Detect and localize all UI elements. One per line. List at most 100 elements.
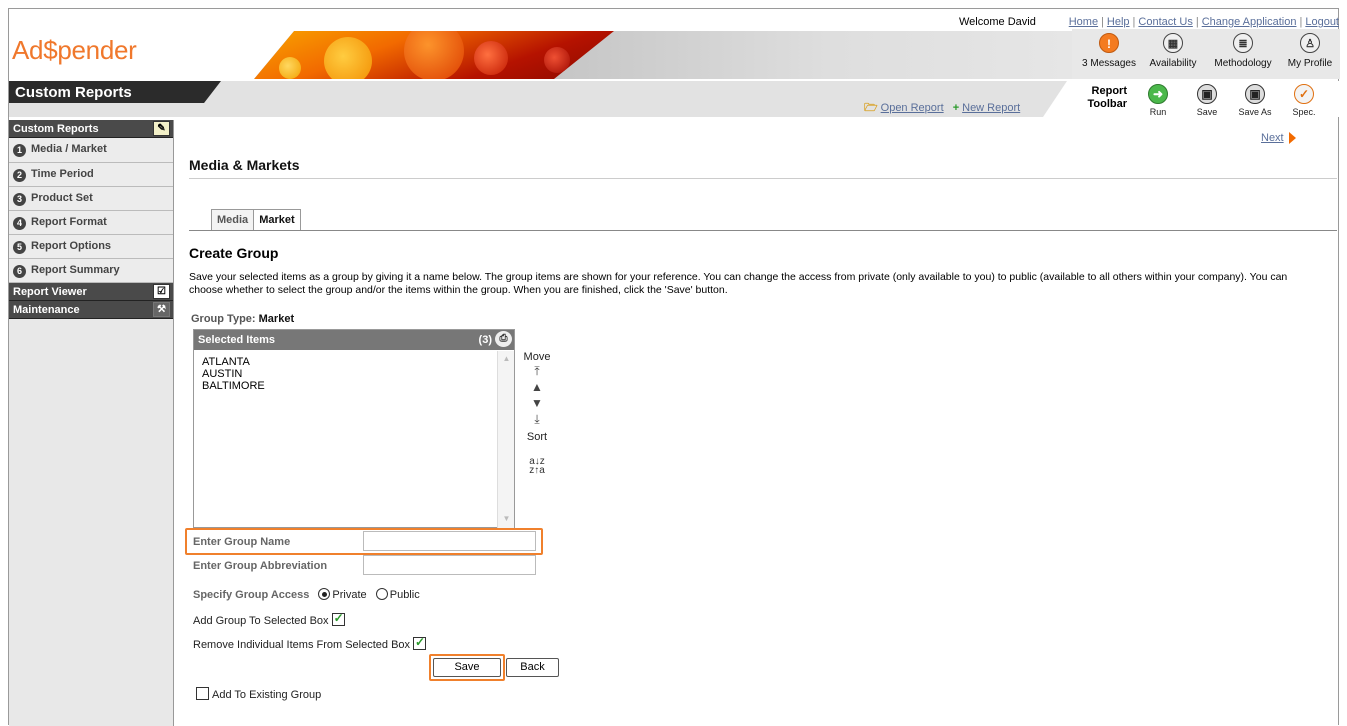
nav-maintenance[interactable]: Maintenance ⚒ [9,301,173,319]
run-icon: ➜ [1148,84,1168,104]
nav-item-label: Media / Market [31,143,107,155]
nav-custom-reports[interactable]: Custom Reports ✎ [9,120,173,138]
nav-item-media-market[interactable]: 1 Media / Market [9,138,173,163]
list-item[interactable]: BALTIMORE [194,380,516,392]
step-number: 4 [13,217,26,230]
private-radio[interactable] [318,588,331,600]
nav-maintenance-label: Maintenance [13,304,80,316]
nav-item-label: Report Format [31,216,107,228]
move-bottom-icon[interactable]: ⤓ [530,411,544,427]
save-as-button[interactable]: ▣ Save As [1231,84,1279,117]
new-report-link[interactable]: New Report [962,102,1020,114]
run-button[interactable]: ➜ Run [1134,84,1182,117]
tab-market[interactable]: Market [254,209,301,231]
add-existing-checkbox[interactable] [196,687,209,700]
document-icon: ≣ [1233,33,1253,53]
group-access-row: Specify Group Access Private Public [193,588,420,601]
divider [189,178,1337,179]
nav-item-report-summary[interactable]: 6 Report Summary [9,259,173,283]
scroll-up-icon[interactable]: ▲ [501,354,512,365]
checkbox-icon: ☑ [153,284,170,299]
selected-items-header: Selected Items (3) ⎙ [194,330,514,350]
private-label: Private [332,589,367,601]
print-icon[interactable]: ⎙ [495,331,512,347]
messages-label: 3 Messages [1082,58,1136,69]
checkmark-icon: ✓ [1294,84,1314,104]
change-application-link[interactable]: Change Application [1202,16,1297,28]
list-item[interactable]: AUSTIN [194,368,516,380]
create-group-description: Save your selected items as a group by g… [189,271,1288,296]
tab-media[interactable]: Media [211,209,255,231]
section-title: Custom Reports [9,81,221,103]
group-type: Group Type: Market [191,313,294,325]
help-link[interactable]: Help [1107,16,1130,28]
save-toolbar-button[interactable]: ▣ Save [1183,84,1231,117]
sort-az-icon[interactable]: a↓z z↑a [519,457,555,476]
plus-icon: + [952,102,960,114]
nav-item-label: Product Set [31,192,93,204]
left-nav: Custom Reports ✎ 1 Media / Market 2 Time P… [9,120,174,726]
add-existing-row: Add To Existing Group [196,687,321,701]
nav-item-report-format[interactable]: 4 Report Format [9,211,173,235]
nav-item-report-options[interactable]: 5 Report Options [9,235,173,259]
nav-item-label: Time Period [31,168,94,180]
save-button[interactable]: Save [433,658,501,677]
add-existing-label: Add To Existing Group [212,689,322,701]
my-profile-button[interactable]: ♙ My Profile [1275,33,1345,69]
group-abbrev-row: Enter Group Abbreviation [193,560,327,572]
nav-report-viewer[interactable]: Report Viewer ☑ [9,283,173,301]
messages-button[interactable]: ! 3 Messages [1074,33,1144,69]
remove-items-label: Remove Individual Items From Selected Bo… [193,639,411,651]
group-abbrev-label: Enter Group Abbreviation [193,560,328,572]
tab-bar: Media Market [211,209,301,231]
next-arrow-icon[interactable] [1289,132,1296,144]
public-label: Public [389,589,420,601]
step-number: 5 [13,241,26,254]
next-link[interactable]: Next [1261,132,1284,144]
back-button[interactable]: Back [506,658,559,677]
remove-items-checkbox[interactable] [413,635,427,650]
group-access-label: Specify Group Access [193,589,310,601]
remove-items-row: Remove Individual Items From Selected Bo… [193,635,427,651]
selected-count: (3) [478,334,492,346]
contact-us-link[interactable]: Contact Us [1138,16,1192,28]
person-icon: ♙ [1300,33,1320,53]
public-radio[interactable] [375,588,388,600]
add-group-checkbox[interactable] [331,611,345,626]
folder-icon: 🗁 [864,102,878,114]
wrench-icon: ⚒ [153,302,170,317]
calculator-icon: ▦ [1163,33,1183,53]
top-links-bar: Welcome David Home | Help | Contact Us | Chang… [9,9,1340,29]
selected-items-list[interactable]: ATLANTA AUSTIN BALTIMORE [194,351,516,528]
availability-button[interactable]: ▦ Availability [1138,33,1208,69]
save-as-label: Save As [1238,107,1272,117]
banner-art [254,31,1074,79]
open-report-link[interactable]: Open Report [881,102,944,114]
nav-item-time-period[interactable]: 2 Time Period [9,163,173,187]
move-down-icon[interactable]: ▼ [530,395,544,411]
main-content: Next Media & Markets Media Market Create… [175,120,1340,726]
page-title: Media & Markets [189,157,300,173]
scroll-down-icon[interactable]: ▼ [501,514,512,525]
floppy-icon: ▣ [1197,84,1217,104]
list-item[interactable]: ATLANTA [194,356,516,368]
top-icon-set: ! 3 Messages ▦ Availability ≣ Methodolog… [1072,29,1340,79]
methodology-button[interactable]: ≣ Methodology [1208,33,1278,69]
save-toolbar-label: Save [1196,107,1218,117]
group-name-input[interactable] [363,531,536,551]
move-label: Move [523,351,551,363]
sort-label: Sort [526,431,548,443]
exclamation-icon: ! [1099,33,1119,53]
step-number: 3 [13,193,26,206]
nav-item-product-set[interactable]: 3 Product Set [9,187,173,211]
step-number: 1 [13,144,26,157]
home-link[interactable]: Home [1069,16,1098,28]
move-top-icon[interactable]: ⤒ [530,363,544,379]
methodology-label: Methodology [1214,58,1272,69]
spec-button[interactable]: ✓ Spec. [1280,84,1328,117]
group-abbrev-input[interactable] [363,555,536,575]
logout-link[interactable]: Logout [1305,16,1339,28]
nav-report-viewer-label: Report Viewer [13,286,87,298]
move-up-icon[interactable]: ▲ [530,379,544,395]
list-scrollbar[interactable]: ▲ ▼ [497,351,514,528]
